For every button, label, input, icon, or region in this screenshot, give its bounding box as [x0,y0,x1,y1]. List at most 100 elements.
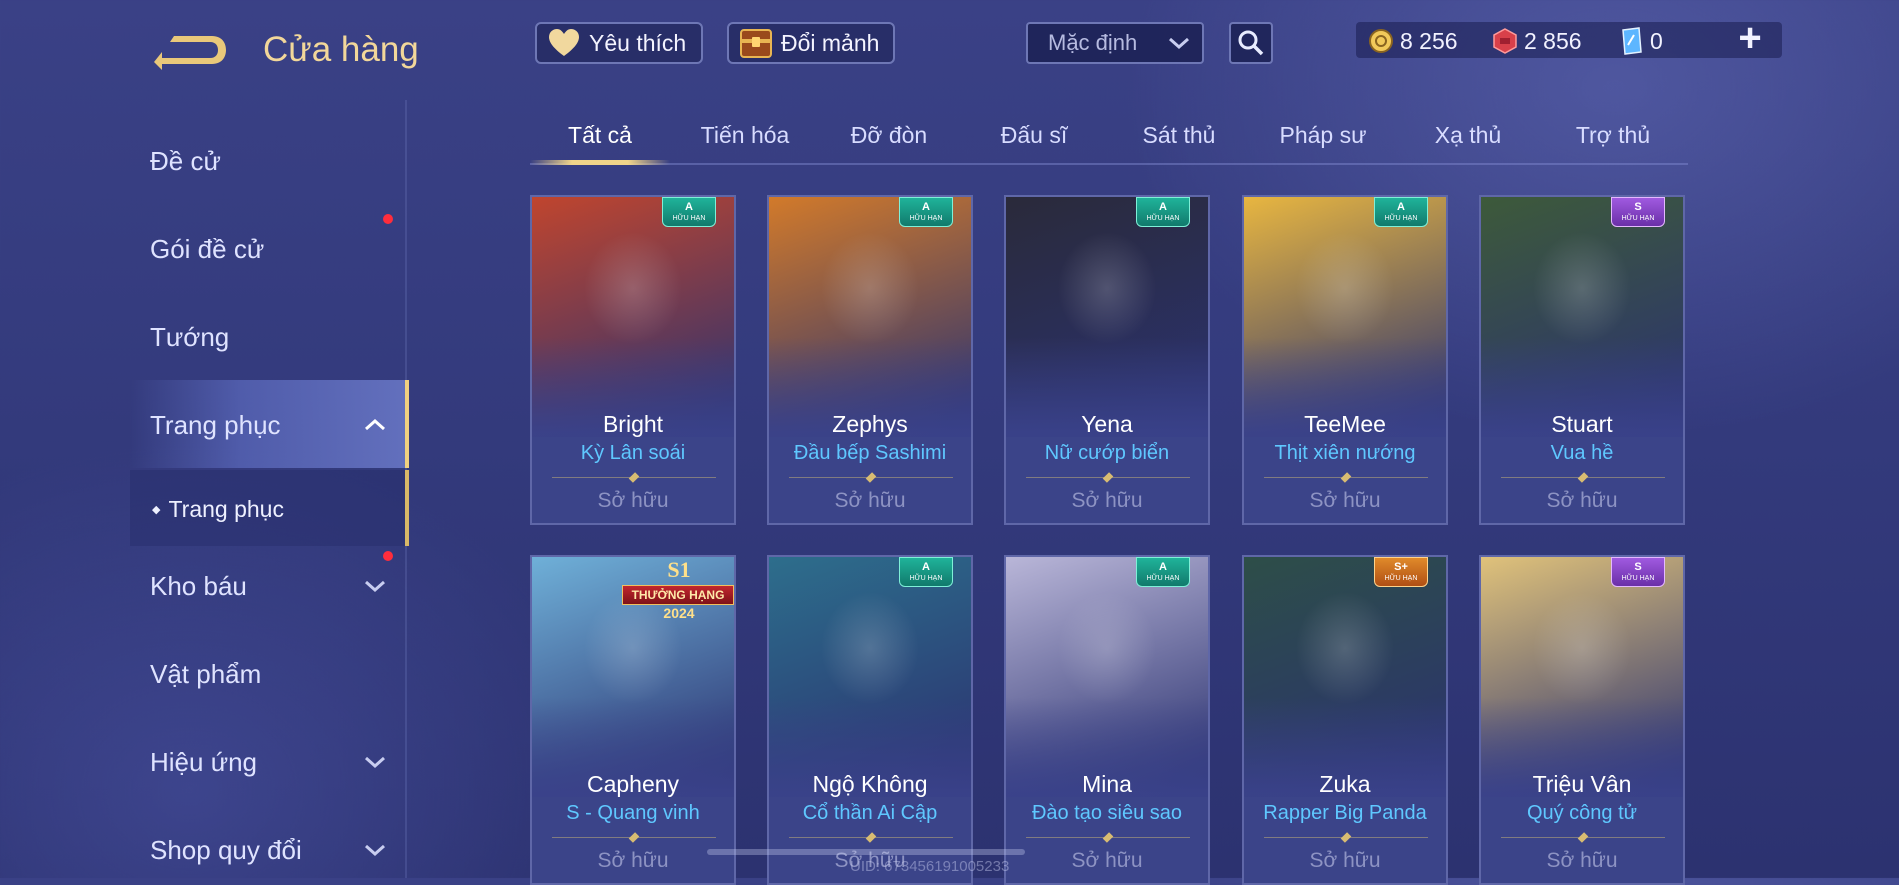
skin-name: S - Quang vinh [566,802,700,824]
skin-card[interactable]: TeeMee Thịt xiên nướng Sở hữu A HỮU HẠN [1242,195,1448,525]
hero-name: Triệu Vân [1532,771,1632,797]
sort-dropdown[interactable]: Mặc định [1026,22,1204,64]
tier-badge: A HỮU HẠN [899,197,953,227]
blue-voucher-amount: 0 [1650,27,1663,54]
search-button[interactable] [1229,22,1273,64]
ownership-status: Sở hữu [1071,849,1143,872]
sidebar-item-exchange-shop[interactable]: Shop quy đổi [150,835,302,866]
tab-mage[interactable]: Pháp sư [1258,122,1388,149]
skin-name: Vua hề [1550,442,1614,464]
tabs-baseline [530,163,1688,165]
sidebar-item-label: Hiệu ứng [150,747,258,777]
blue-voucher-icon [1622,27,1642,55]
sidebar-item-label: Trang phục [150,410,281,440]
gold-coin-icon [1369,29,1393,53]
heart-icon [549,29,579,56]
chevron-down-icon [365,844,385,857]
tier-label: A [1397,201,1405,213]
skin-name: Quý công tử [1526,802,1638,824]
ownership-status: Sở hữu [1071,489,1143,512]
hero-name: TeeMee [1304,411,1386,437]
skin-card[interactable]: Bright Kỳ Lân soái Sở hữu A HỮU HẠN [530,195,736,525]
limited-label: HỮU HẠN [1621,575,1655,582]
tier-badge: A HỮU HẠN [1136,197,1190,227]
favorite-button[interactable]: Yêu thích [535,22,703,64]
sidebar-item-label: Đề cử [150,146,221,176]
limited-label: HỮU HẠN [1384,575,1418,582]
tier-label: A [685,201,693,213]
skin-card[interactable]: Ngộ Không Cổ thần Ai Cập Sở hữu A HỮU HẠN [767,555,973,885]
tier-badge: S+ HỮU HẠN [1374,557,1428,587]
skin-name: Đào tạo siêu sao [1031,802,1183,824]
tier-badge: A HỮU HẠN [1136,557,1190,587]
tab-assassin[interactable]: Sát thủ [1114,122,1244,149]
tab-evolution[interactable]: Tiến hóa [680,122,810,149]
shard-exchange-label: Đổi mảnh [781,29,880,56]
sidebar-subitem-label: Trang phục [168,496,284,522]
ownership-status: Sở hữu [597,489,669,512]
sidebar-item-skins[interactable]: Trang phục [150,410,281,441]
sidebar-item-heroes[interactable]: Tướng [150,322,229,353]
sidebar-item-items[interactable]: Vật phẩm [150,659,261,690]
tier-badge: A HỮU HẠN [899,557,953,587]
tier-label: S+ [1394,561,1408,573]
rank-season: S1 [667,557,691,582]
hero-name: Yena [1081,411,1133,437]
sidebar-item-label: Tướng [150,322,230,352]
skin-name: Thịt xiên nướng [1274,442,1416,464]
sort-value: Mặc định [1048,30,1138,55]
sidebar-item-label: Vật phẩm [150,659,262,689]
skin-card[interactable]: Yena Nữ cướp biển Sở hữu A HỮU HẠN [1004,195,1210,525]
notification-dot [383,551,393,561]
skin-name: Cổ thần Ai Cập [802,802,938,824]
hero-name: Bright [602,411,664,437]
active-tab-indicator [530,160,670,165]
gold-currency: 8 256 [1368,24,1458,58]
back-arrow-icon [154,36,226,70]
treasure-chest-icon [740,29,772,58]
tab-fighter[interactable]: Đấu sĩ [969,122,1099,149]
ownership-status: Sở hữu [1546,489,1618,512]
red-voucher-currency: 2 856 [1492,24,1582,58]
skin-card[interactable]: Mina Đào tạo siêu sao Sở hữu A HỮU HẠN [1004,555,1210,885]
shard-exchange-button[interactable]: Đổi mảnh [727,22,895,64]
limited-label: HỮU HẠN [909,215,943,222]
tab-marksman[interactable]: Xạ thủ [1403,122,1533,149]
search-icon [1238,30,1264,56]
tab-all[interactable]: Tất cả [535,122,665,149]
horizontal-scrollbar[interactable] [707,849,1025,855]
chevron-down-icon [365,580,385,593]
hero-name: Ngộ Không [812,771,928,797]
tab-tank[interactable]: Đỡ đòn [824,122,954,149]
tier-label: S [1634,201,1642,213]
skin-card[interactable]: Stuart Vua hề Sở hữu S HỮU HẠN [1479,195,1685,525]
ownership-status: Sở hữu [1309,489,1381,512]
tier-badge: S HỮU HẠN [1611,197,1665,227]
red-voucher-amount: 2 856 [1524,27,1582,54]
sidebar-subitem-skins[interactable]: ◆ Trang phục [152,496,284,523]
tab-support[interactable]: Trợ thủ [1548,122,1678,149]
limited-label: HỮU HẠN [1146,215,1180,222]
sidebar-item-effects[interactable]: Hiệu ứng [150,747,257,778]
sidebar-item-recommended-packs[interactable]: Gói đề cử [150,234,264,265]
tier-badge: A HỮU HẠN [662,197,716,227]
sidebar-item-recommended[interactable]: Đề cử [150,146,221,177]
notification-dot [383,214,393,224]
bullet-icon: ◆ [152,504,161,516]
hero-name: Capheny [586,771,680,797]
blue-voucher-currency: 0 [1618,24,1663,58]
skin-card[interactable]: Capheny S - Quang vinh Sở hữu S1 THƯỞNG HẠNG… [530,555,736,885]
skin-card[interactable]: Zuka Rapper Big Panda Sở hữu S+ HỮU HẠN [1242,555,1448,885]
tier-badge: A HỮU HẠN [1374,197,1428,227]
chevron-up-icon [365,418,385,431]
skin-name: Rapper Big Panda [1263,802,1427,824]
sidebar-item-treasure[interactable]: Kho báu [150,571,247,602]
back-button[interactable] [150,30,230,70]
hero-name: Zuka [1319,771,1371,797]
skin-card[interactable]: Triệu Vân Quý công tử Sở hữu S HỮU HẠN [1479,555,1685,885]
skin-card[interactable]: Zephys Đầu bếp Sashimi Sở hữu A HỮU HẠN [767,195,973,525]
tier-label: A [1159,201,1167,213]
tier-label: A [922,561,930,573]
add-currency-button[interactable]: + [1730,18,1770,58]
chevron-down-icon [1169,37,1189,50]
